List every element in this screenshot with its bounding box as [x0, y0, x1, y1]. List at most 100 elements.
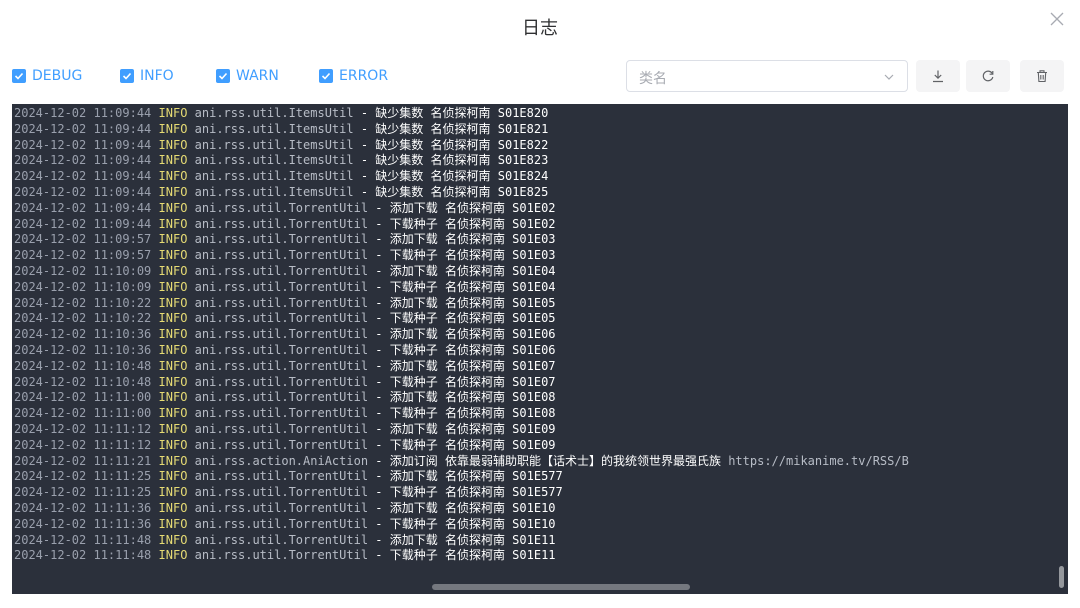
- log-line: 2024-12-02 11:09:57 INFO ani.rss.util.To…: [14, 248, 556, 263]
- horizontal-scrollbar[interactable]: [432, 584, 690, 590]
- filter-info-checkbox[interactable]: INFO: [120, 66, 174, 86]
- log-logger: ani.rss.util.TorrentUtil: [194, 342, 369, 357]
- log-line: 2024-12-02 11:11:12 INFO ani.rss.util.To…: [14, 437, 556, 452]
- log-message: 添加下载 名侦探柯南 S01E11: [389, 532, 556, 547]
- log-level: INFO: [158, 279, 188, 294]
- log-message: 下载种子 名侦探柯南 S01E03: [389, 248, 556, 263]
- log-timestamp: 2024-12-02 11:09:44: [14, 137, 152, 152]
- log-line: 2024-12-02 11:10:22 INFO ani.rss.util.To…: [14, 295, 556, 310]
- close-icon-glyph: [1050, 12, 1064, 26]
- log-level: INFO: [158, 358, 188, 373]
- log-timestamp: 2024-12-02 11:11:21: [14, 453, 152, 468]
- log-logger: ani.rss.util.TorrentUtil: [194, 279, 369, 294]
- log-message: 下载种子 名侦探柯南 S01E04: [389, 279, 556, 294]
- log-timestamp: 2024-12-02 11:10:36: [14, 342, 152, 357]
- log-message: 缺少集数 名侦探柯南 S01E823: [375, 153, 549, 168]
- log-level: INFO: [158, 311, 188, 326]
- log-line: 2024-12-02 11:11:48 INFO ani.rss.util.To…: [14, 532, 556, 547]
- log-timestamp: 2024-12-02 11:09:44: [14, 121, 152, 136]
- log-timestamp: 2024-12-02 11:11:36: [14, 500, 152, 515]
- refresh-icon: [982, 70, 994, 82]
- log-line: 2024-12-02 11:11:00 INFO ani.rss.util.To…: [14, 406, 556, 421]
- log-timestamp: 2024-12-02 11:11:48: [14, 548, 152, 563]
- vertical-scrollbar[interactable]: [1059, 566, 1064, 588]
- log-timestamp: 2024-12-02 11:10:22: [14, 311, 152, 326]
- log-message: 添加下载 名侦探柯南 S01E10: [389, 500, 556, 515]
- log-level: INFO: [158, 406, 188, 421]
- log-logger: ani.rss.util.TorrentUtil: [194, 232, 369, 247]
- log-line: 2024-12-02 11:09:44 INFO ani.rss.util.It…: [14, 106, 549, 120]
- filter-error-checkbox[interactable]: ERROR: [319, 66, 388, 86]
- checkbox-checked-icon: [319, 69, 333, 83]
- log-level: INFO: [158, 390, 188, 405]
- log-timestamp: 2024-12-02 11:09:57: [14, 232, 152, 247]
- class-name-select[interactable]: 类名: [626, 60, 908, 92]
- log-level: INFO: [158, 437, 188, 452]
- log-timestamp: 2024-12-02 11:10:09: [14, 279, 152, 294]
- filter-debug-checkbox[interactable]: DEBUG: [12, 66, 82, 86]
- log-timestamp: 2024-12-02 11:10:22: [14, 295, 152, 310]
- checkbox-checked-icon: [216, 69, 230, 83]
- log-logger: ani.rss.util.TorrentUtil: [194, 406, 369, 421]
- log-level: INFO: [158, 485, 188, 500]
- log-logger: ani.rss.util.ItemsUtil: [194, 121, 354, 136]
- log-level: INFO: [158, 263, 188, 278]
- filter-error-label: ERROR: [339, 68, 389, 84]
- log-logger: ani.rss.util.TorrentUtil: [194, 295, 369, 310]
- log-message: 添加订阅 依靠最弱辅助职能【话术士】的我统领世界最强氏族: [389, 453, 721, 468]
- log-message: 下载种子 名侦探柯南 S01E11: [389, 548, 556, 563]
- log-logger: ani.rss.util.ItemsUtil: [194, 153, 354, 168]
- log-level: INFO: [158, 532, 188, 547]
- log-level: INFO: [158, 106, 188, 120]
- log-level: INFO: [158, 342, 188, 357]
- filter-warn-checkbox[interactable]: WARN: [216, 66, 279, 86]
- log-message: 下载种子 名侦探柯南 S01E07: [389, 374, 556, 389]
- log-line: 2024-12-02 11:10:48 INFO ani.rss.util.To…: [14, 374, 556, 389]
- log-logger: ani.rss.util.TorrentUtil: [194, 200, 369, 215]
- log-message: 添加下载 名侦探柯南 S01E577: [389, 469, 563, 484]
- log-message: 添加下载 名侦探柯南 S01E04: [389, 263, 556, 278]
- log-level: INFO: [158, 500, 188, 515]
- log-timestamp: 2024-12-02 11:10:48: [14, 358, 152, 373]
- log-line: 2024-12-02 11:11:12 INFO ani.rss.util.To…: [14, 421, 556, 436]
- log-line: 2024-12-02 11:10:36 INFO ani.rss.util.To…: [14, 342, 556, 357]
- log-logger: ani.rss.util.TorrentUtil: [194, 500, 369, 515]
- log-timestamp: 2024-12-02 11:11:12: [14, 437, 152, 452]
- log-logger: ani.rss.util.TorrentUtil: [194, 548, 369, 563]
- clear-logs-button[interactable]: [1020, 60, 1064, 92]
- log-level: INFO: [158, 153, 188, 168]
- log-timestamp: 2024-12-02 11:09:44: [14, 106, 152, 120]
- log-level: INFO: [158, 200, 188, 215]
- log-line: 2024-12-02 11:11:36 INFO ani.rss.util.To…: [14, 516, 556, 531]
- log-logger: ani.rss.util.TorrentUtil: [194, 311, 369, 326]
- log-message: 缺少集数 名侦探柯南 S01E825: [375, 184, 549, 199]
- log-message: 下载种子 名侦探柯南 S01E08: [389, 406, 556, 421]
- log-timestamp: 2024-12-02 11:11:12: [14, 421, 152, 436]
- filter-debug-label: DEBUG: [32, 68, 83, 84]
- log-timestamp: 2024-12-02 11:11:00: [14, 390, 152, 405]
- log-timestamp: 2024-12-02 11:10:09: [14, 263, 152, 278]
- log-line: 2024-12-02 11:11:00 INFO ani.rss.util.To…: [14, 390, 556, 405]
- log-level: INFO: [158, 169, 188, 184]
- download-button[interactable]: [916, 60, 960, 92]
- log-timestamp: 2024-12-02 11:09:57: [14, 248, 152, 263]
- refresh-button[interactable]: [966, 60, 1010, 92]
- log-line: 2024-12-02 11:10:48 INFO ani.rss.util.To…: [14, 358, 556, 373]
- class-name-placeholder: 类名: [639, 71, 667, 87]
- log-logger: ani.rss.util.TorrentUtil: [194, 248, 369, 263]
- log-output[interactable]: 2024-12-02 11:09:44 INFO ani.rss.util.It…: [12, 104, 1068, 594]
- log-logger: ani.rss.util.TorrentUtil: [194, 437, 369, 452]
- log-logger: ani.rss.util.TorrentUtil: [194, 516, 369, 531]
- log-line: 2024-12-02 11:09:44 INFO ani.rss.util.It…: [14, 137, 549, 152]
- log-message: 下载种子 名侦探柯南 S01E05: [389, 311, 556, 326]
- log-timestamp: 2024-12-02 11:09:44: [14, 153, 152, 168]
- log-message: 下载种子 名侦探柯南 S01E577: [389, 485, 563, 500]
- log-logger: ani.rss.util.TorrentUtil: [194, 485, 369, 500]
- log-logger: ani.rss.util.ItemsUtil: [194, 169, 354, 184]
- log-level: INFO: [158, 374, 188, 389]
- log-level: INFO: [158, 295, 188, 310]
- log-message: 添加下载 名侦探柯南 S01E03: [389, 232, 556, 247]
- log-line: 2024-12-02 11:09:44 INFO ani.rss.util.It…: [14, 153, 549, 168]
- close-icon[interactable]: [1046, 8, 1068, 30]
- chevron-down-icon: [884, 74, 894, 80]
